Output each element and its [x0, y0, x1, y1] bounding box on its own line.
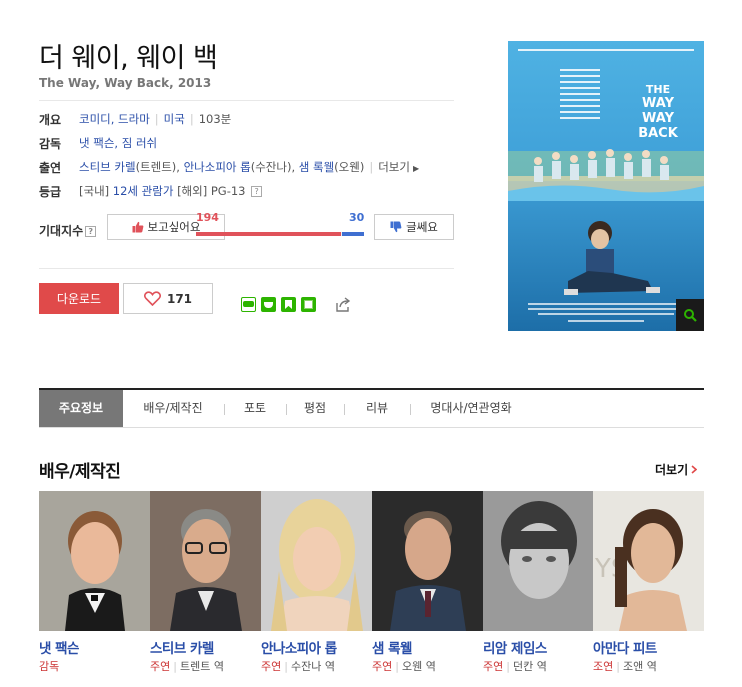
no-bar [341, 232, 364, 236]
download-button[interactable]: 다운로드 [39, 283, 119, 314]
tab-photo[interactable]: 포토 [225, 390, 285, 427]
tab-main-info[interactable]: 주요정보 [39, 390, 123, 427]
blog-share-icon[interactable] [241, 297, 256, 312]
search-icon [684, 309, 697, 322]
cast-card[interactable]: 냇 팩슨 감독 [39, 491, 150, 673]
director-link[interactable]: 냇 팩슨, 짐 러쉬 [79, 136, 157, 150]
cast-name[interactable]: 냇 팩슨 [39, 637, 79, 657]
cast-role: 감독 [39, 660, 60, 673]
cast-photo[interactable] [150, 491, 261, 631]
poster-image: THE WAY WAY BACK [508, 41, 704, 331]
cast-name[interactable]: 리암 제임스 [483, 637, 547, 657]
cast-photo[interactable] [372, 491, 483, 631]
cast-name[interactable]: 샘 록웰 [372, 637, 412, 657]
chevron-right-icon: ▶ [412, 164, 420, 173]
overview-label: 개요 [39, 113, 62, 127]
poster-zoom-button[interactable] [676, 299, 704, 331]
want-count: 194 [196, 211, 219, 224]
tab-ratings[interactable]: 평점 [287, 390, 343, 427]
cast-name[interactable]: 안나소피아 롭 [261, 637, 337, 657]
cast-name[interactable]: 아만다 피트 [593, 637, 657, 657]
cast-card[interactable]: 스티브 카렐 주연 | 트렌트 역 [150, 491, 261, 673]
thumbs-up-icon [132, 221, 143, 233]
director-label: 감독 [39, 137, 62, 151]
tab-bar: 주요정보 배우/제작진 포토 평점 리뷰 명대사/연관영화 [39, 388, 704, 428]
heart-icon [143, 291, 161, 306]
thumbs-down-icon [390, 221, 402, 233]
share-out-icon[interactable] [334, 296, 352, 314]
cast-link-3[interactable]: 샘 록웰 [299, 160, 334, 174]
cast-role: 주연 | 오웬 역 [372, 660, 436, 673]
bookmark-share-icon[interactable] [281, 297, 296, 312]
share-icons [241, 297, 316, 312]
cast-photo[interactable]: YS [593, 491, 704, 631]
cast-role: 주연 | 트렌트 역 [150, 660, 224, 673]
cast-role: 조연 | 조앤 역 [593, 660, 657, 673]
divider [39, 100, 454, 101]
memo-share-icon[interactable] [301, 297, 316, 312]
expectation-label: 기대지수? [39, 222, 97, 239]
help-icon[interactable]: ? [85, 226, 97, 237]
like-button[interactable]: 171 [123, 283, 213, 314]
rating-foreign: PG-13 [210, 184, 246, 198]
cast-more-button[interactable]: 더보기 [655, 461, 698, 478]
country-link[interactable]: 미국 [164, 112, 185, 126]
cast-card[interactable]: 샘 록웰 주연 | 오웬 역 [372, 491, 483, 673]
cast-link-1[interactable]: 스티브 카렐 [79, 160, 136, 174]
cast-link-2[interactable]: 안나소피아 롭 [184, 160, 251, 174]
movie-title: 더 웨이, 웨이 백 [39, 43, 218, 74]
expectation-bar [196, 232, 364, 236]
tab-reviews[interactable]: 리뷰 [345, 390, 409, 427]
tab-cast-crew[interactable]: 배우/제작진 [123, 390, 223, 427]
divider [39, 268, 454, 269]
chevron-right-icon [691, 465, 698, 474]
cafe-share-icon[interactable] [261, 297, 276, 312]
svg-text:BACK: BACK [638, 126, 679, 141]
want-bar [196, 232, 342, 236]
genre-link[interactable]: 코미디, 드라마 [79, 112, 150, 126]
cast-section-title: 배우/제작진 [39, 462, 121, 482]
svg-text:WAY: WAY [642, 111, 675, 126]
cast-name[interactable]: 스티브 카렐 [150, 637, 214, 657]
cast-card[interactable]: 안나소피아 롭 주연 | 수잔나 역 [261, 491, 372, 673]
movie-subtitle: The Way, Way Back, 2013 [39, 76, 212, 90]
cast-card[interactable]: YS 아만다 피트 조연 | 조앤 역 [593, 491, 704, 673]
cast-photo[interactable] [483, 491, 594, 631]
no-count: 30 [349, 211, 365, 224]
expectation-row: 기대지수? 보고싶어요 194 30 글쎄요 [39, 211, 459, 244]
rating-label: 등급 [39, 185, 62, 199]
cast-role: 주연 | 던칸 역 [483, 660, 547, 673]
movie-poster[interactable]: THE WAY WAY BACK [508, 41, 704, 331]
not-sure-button[interactable]: 글쎄요 [374, 214, 454, 240]
svg-text:THE: THE [646, 83, 670, 96]
tab-quotes-related[interactable]: 명대사/연관영화 [411, 390, 531, 427]
cast-role: 주연 | 수잔나 역 [261, 660, 335, 673]
cast-label: 출연 [39, 161, 62, 175]
runtime: 103분 [198, 112, 232, 126]
rating-domestic-link[interactable]: 12세 관람가 [113, 184, 174, 198]
cast-card[interactable]: 리암 제임스 주연 | 던칸 역 [483, 491, 594, 673]
cast-photo[interactable] [39, 491, 150, 631]
svg-text:WAY: WAY [642, 96, 675, 111]
help-icon[interactable]: ? [251, 186, 263, 197]
cast-more-link[interactable]: 더보기 [378, 160, 410, 174]
cast-photo[interactable] [261, 491, 372, 631]
